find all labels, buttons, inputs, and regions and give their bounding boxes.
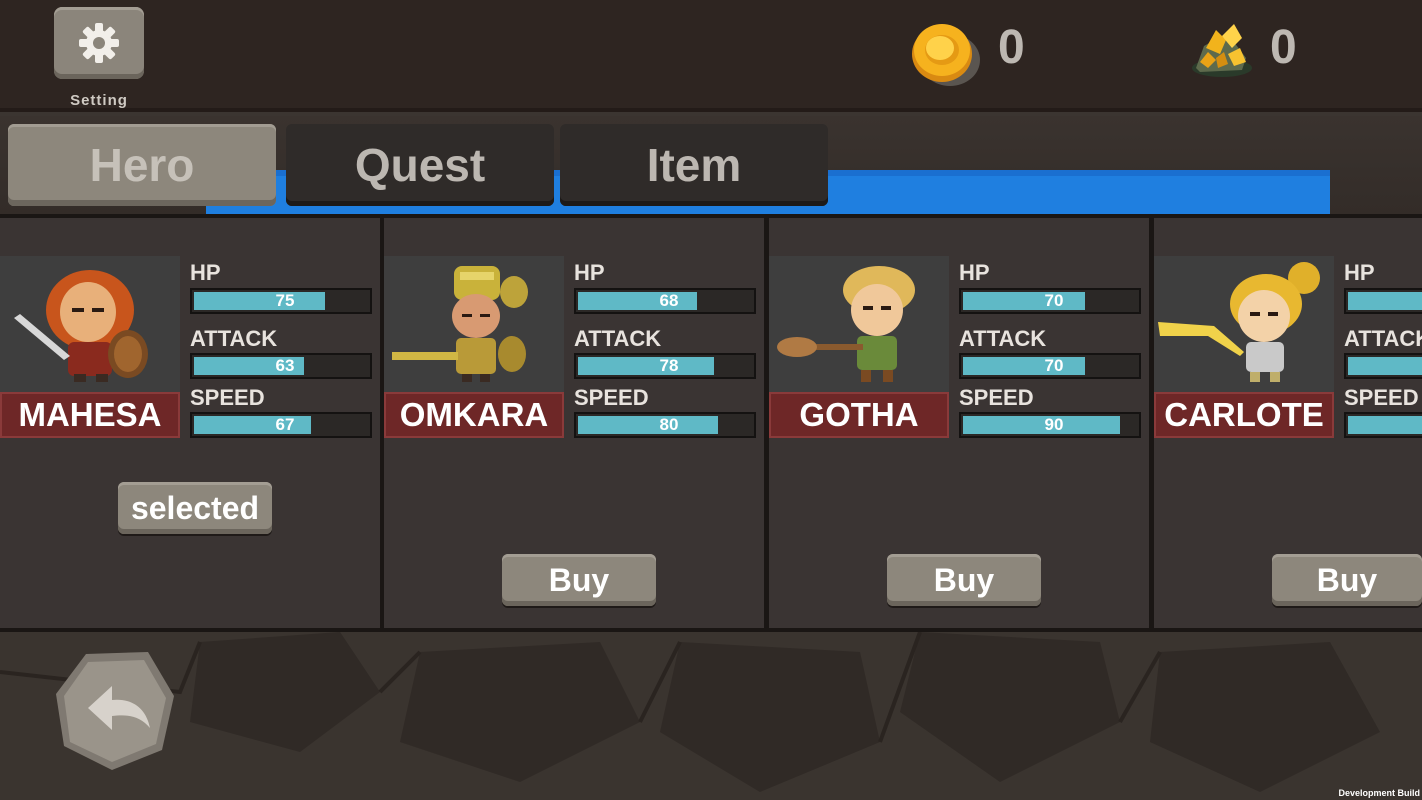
attack-value: 63 (275, 356, 295, 375)
hero-portrait (769, 256, 949, 392)
attack-bar: 63 (190, 353, 372, 379)
tab-item[interactable]: Item (560, 124, 828, 206)
hp-label: HP (1344, 260, 1375, 285)
buy-button[interactable]: Buy (1272, 554, 1422, 606)
hero-card-gotha[interactable]: GOTHA HP 70 ATTACK 70 SPEED 90 Buy (769, 218, 1149, 628)
attack-label: ATTACK (190, 326, 278, 351)
hp-bar-fill (1348, 292, 1422, 310)
back-arrow-icon (56, 652, 174, 770)
speed-value: 90 (1044, 415, 1064, 434)
attack-label: ATTACK (574, 326, 662, 351)
speed-label: SPEED (574, 385, 649, 410)
speed-label: SPEED (190, 385, 265, 410)
speed-bar-fill (1348, 416, 1422, 434)
back-button[interactable] (52, 646, 178, 772)
hero-portrait (0, 256, 180, 392)
buy-button[interactable]: Buy (502, 554, 656, 606)
ground-background (0, 631, 1422, 800)
attack-label: ATTACK (959, 326, 1047, 351)
hp-label: HP (574, 260, 605, 285)
buy-button[interactable]: Buy (887, 554, 1041, 606)
development-build-label: Development Build (1338, 788, 1420, 798)
gear-icon (79, 23, 119, 63)
attack-value: 70 (1044, 356, 1064, 375)
attack-bar (1344, 353, 1422, 379)
speed-bar: 80 (574, 412, 756, 438)
hero-name: MAHESA (0, 392, 180, 438)
hero-name: OMKARA (384, 392, 564, 438)
coin-count: 0 (998, 21, 1025, 74)
settings-label: Setting (70, 92, 128, 109)
hp-value: 70 (1044, 291, 1064, 310)
hp-bar: 70 (959, 288, 1141, 314)
hero-card-omkara[interactable]: OMKARA HP 68 ATTACK 78 SPEED 80 Buy (384, 218, 764, 628)
hp-bar: 75 (190, 288, 372, 314)
hp-bar: 68 (574, 288, 756, 314)
gold-ore-icon (1192, 24, 1252, 77)
tab-quest[interactable]: Quest (286, 124, 554, 206)
speed-value: 67 (275, 415, 295, 434)
hp-value: 75 (275, 291, 295, 310)
speed-label: SPEED (959, 385, 1034, 410)
attack-bar: 78 (574, 353, 756, 379)
attack-bar-fill (1348, 357, 1422, 375)
attack-label: ATTACK (1344, 326, 1422, 351)
hero-name: CARLOTE (1154, 392, 1334, 438)
speed-bar: 90 (959, 412, 1141, 438)
hero-portrait (384, 256, 564, 392)
gold-count: 0 (1270, 21, 1297, 74)
hero-portrait (1154, 256, 1334, 392)
coin-icon (912, 24, 980, 86)
hp-label: HP (190, 260, 221, 285)
settings-button[interactable] (54, 7, 144, 79)
speed-label: SPEED (1344, 385, 1419, 410)
speed-value: 80 (659, 415, 679, 434)
hero-card-mahesa[interactable]: MAHESA HP 75 ATTACK 63 SPEED 67 selected (0, 218, 380, 628)
tab-hero[interactable]: Hero (8, 124, 276, 206)
hero-card-carlote[interactable]: CARLOTE HP ATTACK SPEED Buy (1154, 218, 1422, 628)
hp-label: HP (959, 260, 990, 285)
attack-value: 78 (659, 356, 679, 375)
hp-value: 68 (659, 291, 679, 310)
speed-bar (1344, 412, 1422, 438)
hero-name: GOTHA (769, 392, 949, 438)
attack-bar: 70 (959, 353, 1141, 379)
speed-bar: 67 (190, 412, 372, 438)
hp-bar (1344, 288, 1422, 314)
selected-button[interactable]: selected (118, 482, 272, 534)
hero-list[interactable]: MAHESA HP 75 ATTACK 63 SPEED 67 selected (0, 214, 1422, 632)
